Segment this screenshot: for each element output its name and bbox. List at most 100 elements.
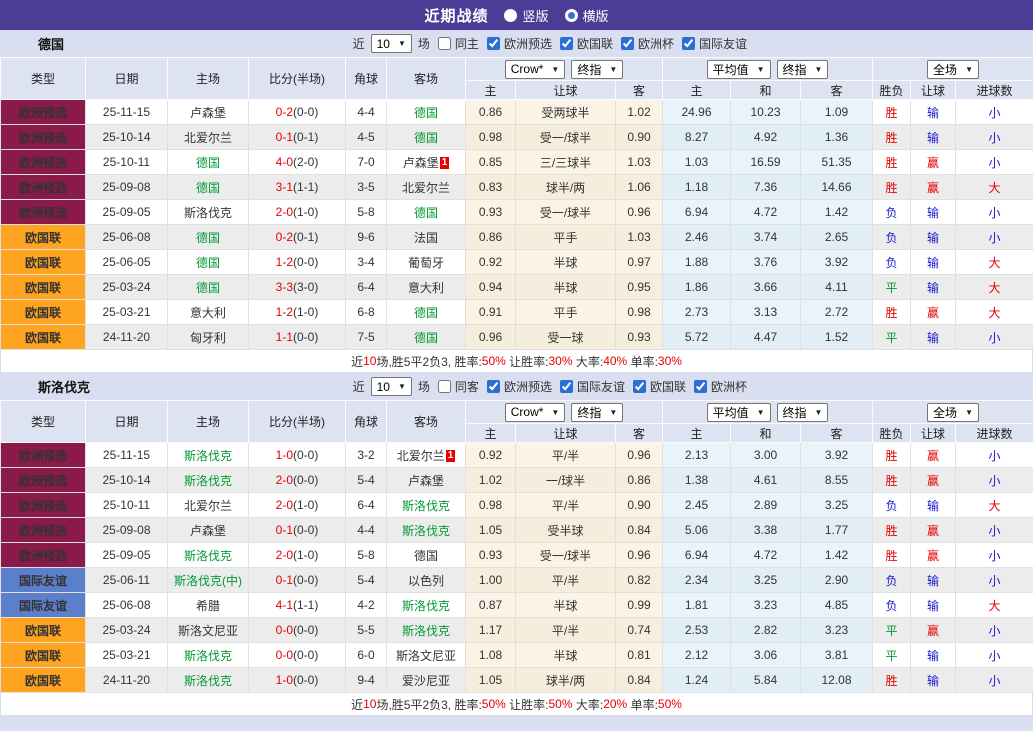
match-score: 2-0(1-0): [249, 493, 346, 518]
half-score: (0-0): [293, 673, 318, 687]
sub-column-header: 主: [466, 424, 516, 443]
odds-home: 0.83: [466, 175, 516, 200]
table-row: 欧国联25-03-24德国3-3(3-0)6-4意大利0.94半球0.951.8…: [1, 275, 1033, 300]
match-score: 1-0(0-0): [249, 668, 346, 693]
section-footer: 近10场,胜5平2负3, 胜率:50% 让胜率:30% 大率:40% 单率:30…: [0, 350, 1033, 373]
footer-stat: 大率:: [573, 353, 604, 370]
layout-radio-vertical[interactable]: 竖版: [504, 6, 548, 25]
team-sections-container: 德国近10▼场同主欧洲预选欧国联欧洲杯国际友谊类型日期主场比分(半场)角球客场C…: [0, 30, 1033, 716]
half-score: (0-0): [293, 330, 318, 344]
home-team: 德国: [168, 250, 249, 275]
match-date: 25-09-08: [86, 175, 168, 200]
avg-time-select[interactable]: 终指▼: [777, 403, 829, 422]
home-team-name: 斯洛伐克: [184, 549, 232, 563]
away-team-name: 爱沙尼亚: [402, 674, 450, 688]
league-filter-checkbox[interactable]: [487, 37, 500, 50]
match-date: 25-03-21: [86, 300, 168, 325]
avg-away-odds: 3.81: [801, 643, 873, 668]
chevron-down-icon: ▼: [757, 65, 765, 74]
avg-home-odds: 2.46: [663, 225, 731, 250]
avg-draw-odds: 2.82: [731, 618, 801, 643]
games-label: 场: [418, 35, 430, 52]
odds-source-select-value: Crow*: [511, 405, 544, 419]
home-team-name: 斯洛伐克: [184, 206, 232, 220]
avg-source-select[interactable]: 平均值▼: [707, 403, 771, 422]
recent-count-select[interactable]: 10▼: [371, 34, 412, 53]
half-score: (0-0): [293, 623, 318, 637]
league-filter-label: 欧国联: [650, 378, 686, 395]
sub-column-header: 让球: [911, 424, 956, 443]
away-team-name: 意大利: [408, 281, 444, 295]
footer-stat: 30%: [549, 354, 573, 368]
corner-score: 3-2: [346, 443, 387, 468]
league-filter-checkbox[interactable]: [487, 380, 500, 393]
league-filter-checkbox[interactable]: [560, 380, 573, 393]
result-badge: 负: [873, 568, 911, 593]
match-date: 25-09-05: [86, 200, 168, 225]
home-team: 匈牙利: [168, 325, 249, 350]
league-filter-checkbox[interactable]: [633, 380, 646, 393]
layout-radio-horizontal[interactable]: 横版: [565, 6, 609, 25]
home-team: 斯洛伐克: [168, 643, 249, 668]
league-badge: 欧国联: [1, 668, 86, 693]
column-header: 角球: [346, 58, 387, 100]
near-label: 近: [353, 378, 365, 395]
league-filter-checkbox[interactable]: [694, 380, 707, 393]
away-team: 葡萄牙: [387, 250, 466, 275]
odds-away: 1.06: [616, 175, 663, 200]
away-team-name: 斯洛伐克: [402, 499, 450, 513]
full-score: 2-0: [276, 473, 293, 487]
sub-column-header: 客: [801, 81, 873, 100]
scope-select[interactable]: 全场▼: [927, 403, 979, 422]
same-venue-checkbox[interactable]: [438, 380, 451, 393]
corner-score: 6-4: [346, 275, 387, 300]
half-score: (0-0): [293, 448, 318, 462]
odds-source-select[interactable]: Crow* ▼: [505, 403, 566, 422]
avg-source-select[interactable]: 平均值▼: [707, 60, 771, 79]
recent-count-select[interactable]: 10▼: [371, 377, 412, 396]
odds-time-select[interactable]: 终指▼: [571, 403, 623, 422]
corner-score: 3-4: [346, 250, 387, 275]
team-name: 德国: [38, 34, 64, 53]
goals-result: 大: [956, 493, 1033, 518]
odds-time-select[interactable]: 终指▼: [571, 60, 623, 79]
avg-away-odds: 1.42: [801, 543, 873, 568]
full-score: 0-1: [276, 130, 293, 144]
radio-selected-icon: [504, 9, 517, 22]
league-filter-checkbox[interactable]: [560, 37, 573, 50]
chevron-down-icon: ▼: [757, 408, 765, 417]
odds-away: 0.84: [616, 668, 663, 693]
match-date: 25-09-05: [86, 543, 168, 568]
table-row: 欧洲预选25-10-14北爱尔兰0-1(0-1)4-5德国0.98受一/球半0.…: [1, 125, 1033, 150]
odds-source-select[interactable]: Crow*▼: [505, 60, 566, 79]
avg-time-select[interactable]: 终指▼: [777, 60, 829, 79]
footer-stat: 50%: [482, 697, 506, 711]
avg-group-header: 平均值▼ 终指▼: [663, 58, 873, 81]
league-badge: 欧洲预选: [1, 468, 86, 493]
footer-stat: 50%: [549, 697, 573, 711]
scope-select[interactable]: 全场▼: [927, 60, 979, 79]
handicap-line: 受两球半: [516, 100, 616, 125]
avg-home-odds: 2.53: [663, 618, 731, 643]
same-venue-checkbox[interactable]: [438, 37, 451, 50]
table-row: 欧国联25-03-24斯洛文尼亚0-0(0-0)5-5斯洛伐克1.17平/半0.…: [1, 618, 1033, 643]
half-score: (0-0): [293, 255, 318, 269]
home-team: 斯洛伐克: [168, 443, 249, 468]
away-team: 斯洛伐克: [387, 518, 466, 543]
home-team: 卢森堡: [168, 100, 249, 125]
column-header: 比分(半场): [249, 58, 346, 100]
handicap-line: 平/半: [516, 618, 616, 643]
match-score: 1-1(0-0): [249, 325, 346, 350]
chevron-down-icon: ▼: [965, 408, 973, 417]
goals-result: 小: [956, 225, 1033, 250]
home-team: 斯洛文尼亚: [168, 618, 249, 643]
chevron-down-icon: ▼: [551, 408, 559, 417]
home-team-name: 意大利: [190, 306, 226, 320]
full-score: 4-1: [276, 598, 293, 612]
full-score: 0-1: [276, 523, 293, 537]
away-team: 德国: [387, 100, 466, 125]
radio-unselected-icon: [565, 9, 578, 22]
league-filter-checkbox[interactable]: [682, 37, 695, 50]
full-score: 0-2: [276, 105, 293, 119]
league-filter-checkbox[interactable]: [621, 37, 634, 50]
